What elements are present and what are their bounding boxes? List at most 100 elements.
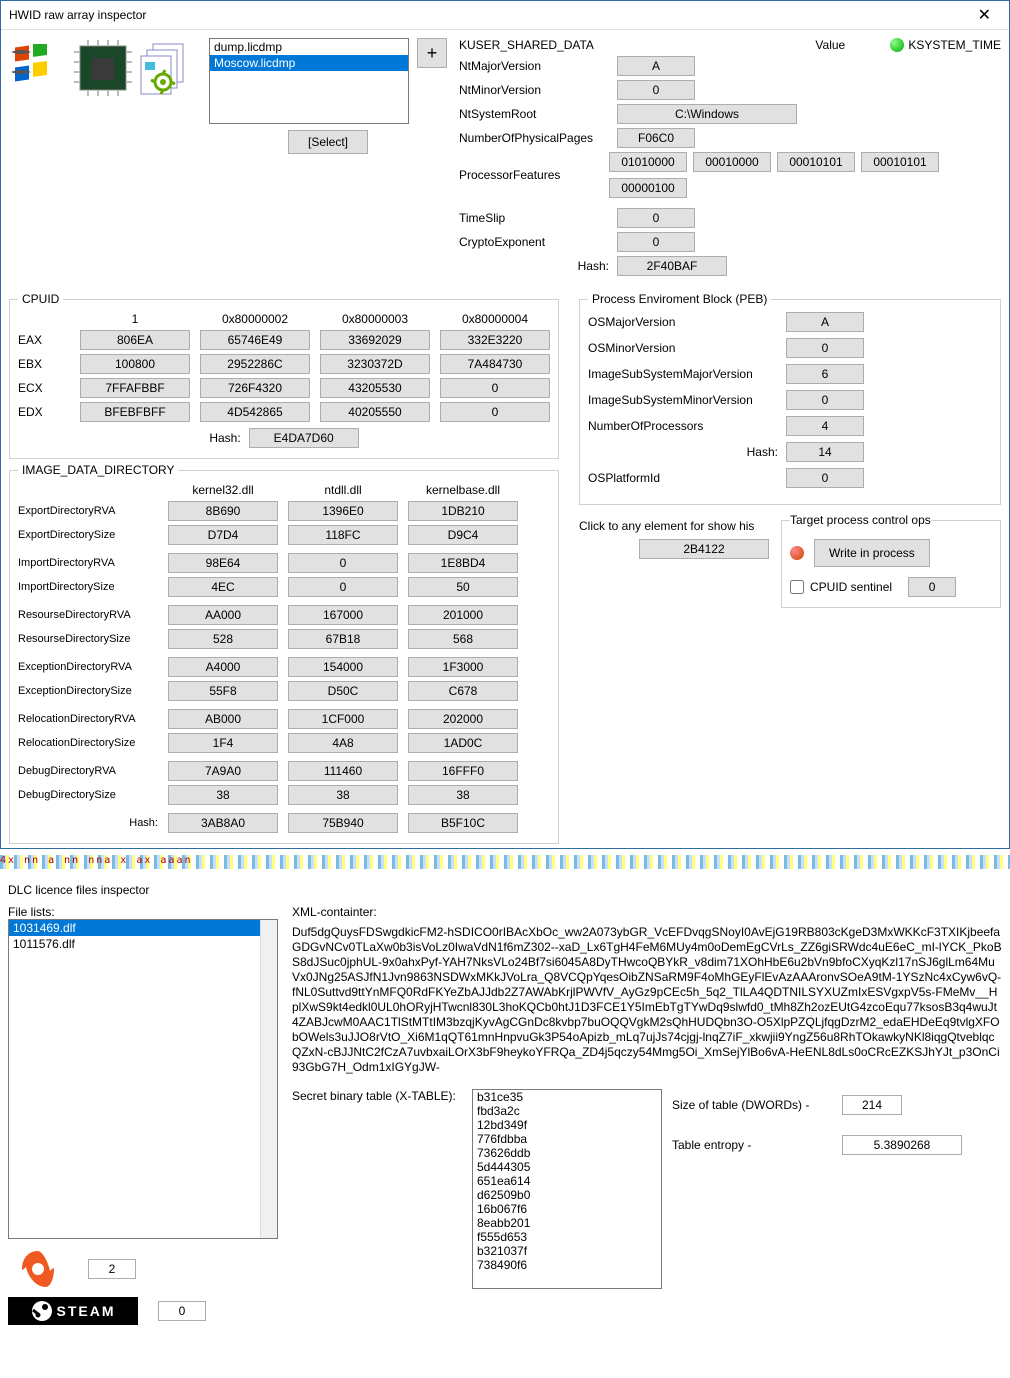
cpuid-cell[interactable]: 7FFAFBBF: [80, 378, 190, 398]
idd-cell[interactable]: 4A8: [288, 733, 398, 753]
proc-feature-value[interactable]: 01010000: [609, 152, 687, 172]
idd-cell[interactable]: 154000: [288, 657, 398, 677]
cpuid-cell[interactable]: 332E3220: [440, 330, 550, 350]
origin-count-value[interactable]: 2: [88, 1259, 136, 1279]
idd-cell[interactable]: 1F3000: [408, 657, 518, 677]
xtable-item[interactable]: 651ea614: [473, 1174, 661, 1188]
cpuid-sentinel-value[interactable]: 0: [908, 577, 956, 597]
idd-hash-cell[interactable]: B5F10C: [408, 813, 518, 833]
idd-cell[interactable]: 118FC: [288, 525, 398, 545]
ksd-hash-value[interactable]: 2F40BAF: [617, 256, 727, 276]
dump-file-list[interactable]: dump.licdmpMoscow.licdmp: [209, 38, 409, 124]
proc-feature-value[interactable]: 00010000: [693, 152, 771, 172]
idd-cell[interactable]: 167000: [288, 605, 398, 625]
cpuid-cell[interactable]: 33692029: [320, 330, 430, 350]
click-value[interactable]: 2B4122: [639, 539, 769, 559]
dlf-file-item[interactable]: 1011576.dlf: [9, 936, 277, 952]
cpuid-cell[interactable]: 100800: [80, 354, 190, 374]
idd-cell[interactable]: 1DB210: [408, 501, 518, 521]
idd-cell[interactable]: 202000: [408, 709, 518, 729]
idd-cell[interactable]: 111460: [288, 761, 398, 781]
proc-feature-value[interactable]: 00000100: [609, 178, 687, 198]
idd-cell[interactable]: 4EC: [168, 577, 278, 597]
xtable-size-value[interactable]: 214: [842, 1095, 902, 1115]
idd-cell[interactable]: 98E64: [168, 553, 278, 573]
cpuid-cell[interactable]: 65746E49: [200, 330, 310, 350]
cpuid-cell[interactable]: 806EA: [80, 330, 190, 350]
xtable-list[interactable]: b31ce35fbd3a2c12bd349f776fdbba73626ddb5d…: [472, 1089, 662, 1289]
timeslip-value[interactable]: 0: [617, 208, 695, 228]
ksd-field-value[interactable]: F06C0: [617, 128, 695, 148]
idd-cell[interactable]: 1F4: [168, 733, 278, 753]
xtable-item[interactable]: d62509b0: [473, 1188, 661, 1202]
dlf-file-list[interactable]: 1031469.dlf1011576.dlf: [8, 919, 278, 1239]
dump-file-item[interactable]: dump.licdmp: [210, 39, 408, 55]
idd-hash-cell[interactable]: 3AB8A0: [168, 813, 278, 833]
ksd-field-value[interactable]: A: [617, 56, 695, 76]
proc-feature-value[interactable]: 00010101: [861, 152, 939, 172]
idd-cell[interactable]: AA000: [168, 605, 278, 625]
cpuid-sentinel-checkbox[interactable]: [790, 580, 804, 594]
idd-cell[interactable]: 528: [168, 629, 278, 649]
idd-cell[interactable]: 568: [408, 629, 518, 649]
cpuid-hash-value[interactable]: E4DA7D60: [249, 428, 359, 448]
idd-cell[interactable]: D7D4: [168, 525, 278, 545]
ksd-field-value[interactable]: 0: [617, 80, 695, 100]
dump-file-item[interactable]: Moscow.licdmp: [210, 55, 408, 71]
cpuid-cell[interactable]: 40205550: [320, 402, 430, 422]
idd-cell[interactable]: 1AD0C: [408, 733, 518, 753]
close-icon[interactable]: ✕: [968, 5, 1001, 25]
xtable-item[interactable]: 73626ddb: [473, 1146, 661, 1160]
cpuid-cell[interactable]: BFEBFBFF: [80, 402, 190, 422]
peb-field-value[interactable]: 6: [786, 364, 864, 384]
idd-cell[interactable]: 38: [408, 785, 518, 805]
xtable-item[interactable]: fbd3a2c: [473, 1104, 661, 1118]
cpuid-cell[interactable]: 0: [440, 378, 550, 398]
idd-cell[interactable]: D50C: [288, 681, 398, 701]
idd-cell[interactable]: 1E8BD4: [408, 553, 518, 573]
idd-cell[interactable]: 1CF000: [288, 709, 398, 729]
xtable-item[interactable]: 738490f6: [473, 1258, 661, 1272]
idd-cell[interactable]: 0: [288, 577, 398, 597]
peb-platform-value[interactable]: 0: [786, 468, 864, 488]
ksd-field-value[interactable]: C:\Windows: [617, 104, 797, 124]
crypto-value[interactable]: 0: [617, 232, 695, 252]
xml-text[interactable]: Duf5dgQuysFDSwgdkicFM2-hSDICO0rIBAcXbOc_…: [292, 925, 1002, 1075]
hwid-titlebar[interactable]: HWID raw array inspector ✕: [1, 1, 1009, 30]
idd-cell[interactable]: 67B18: [288, 629, 398, 649]
cpuid-cell[interactable]: 3230372D: [320, 354, 430, 374]
dlf-file-item[interactable]: 1031469.dlf: [9, 920, 277, 936]
xtable-item[interactable]: 12bd349f: [473, 1118, 661, 1132]
cpuid-cell[interactable]: 2952286C: [200, 354, 310, 374]
idd-cell[interactable]: 201000: [408, 605, 518, 625]
add-file-button[interactable]: +: [417, 38, 447, 68]
peb-field-value[interactable]: 4: [786, 416, 864, 436]
idd-cell[interactable]: 38: [288, 785, 398, 805]
idd-cell[interactable]: 7A9A0: [168, 761, 278, 781]
cpuid-cell[interactable]: 43205530: [320, 378, 430, 398]
idd-cell[interactable]: D9C4: [408, 525, 518, 545]
idd-cell[interactable]: A4000: [168, 657, 278, 677]
cpuid-cell[interactable]: 4D542865: [200, 402, 310, 422]
peb-field-value[interactable]: 0: [786, 338, 864, 358]
xtable-item[interactable]: 5d444305: [473, 1160, 661, 1174]
peb-field-value[interactable]: 0: [786, 390, 864, 410]
xtable-item[interactable]: 8eabb201: [473, 1216, 661, 1230]
idd-cell[interactable]: 50: [408, 577, 518, 597]
scrollbar[interactable]: [260, 920, 277, 1238]
xtable-item[interactable]: 16b067f6: [473, 1202, 661, 1216]
peb-hash-value[interactable]: 14: [786, 442, 864, 462]
xtable-item[interactable]: 776fdbba: [473, 1132, 661, 1146]
idd-cell[interactable]: 8B690: [168, 501, 278, 521]
cpuid-cell[interactable]: 0: [440, 402, 550, 422]
write-in-process-button[interactable]: Write in process: [814, 539, 930, 567]
xtable-entropy-value[interactable]: 5.3890268: [842, 1135, 962, 1155]
idd-cell[interactable]: 55F8: [168, 681, 278, 701]
xtable-item[interactable]: b31ce35: [473, 1090, 661, 1104]
idd-cell[interactable]: 16FFF0: [408, 761, 518, 781]
idd-cell[interactable]: 1396E0: [288, 501, 398, 521]
xtable-item[interactable]: f555d653: [473, 1230, 661, 1244]
select-button[interactable]: [Select]: [288, 130, 368, 154]
idd-cell[interactable]: AB000: [168, 709, 278, 729]
xtable-item[interactable]: b321037f: [473, 1244, 661, 1258]
